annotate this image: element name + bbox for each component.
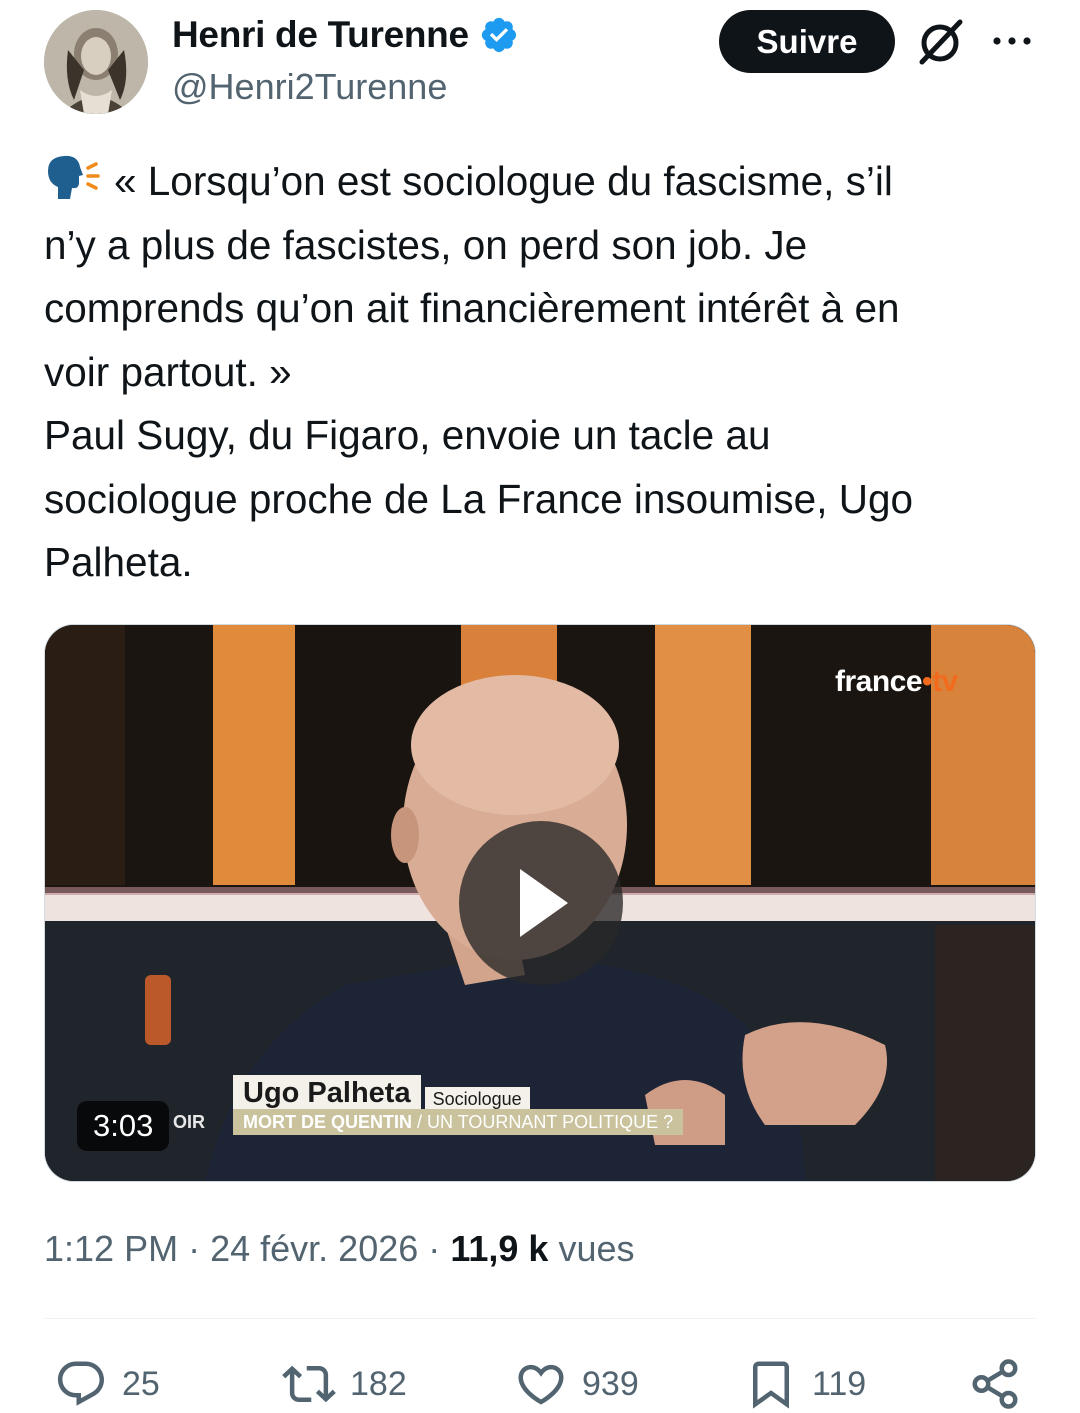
share-icon bbox=[972, 1359, 1018, 1409]
play-button[interactable] bbox=[459, 821, 623, 985]
tweet-line-6: sociologue proche de La France insoumise… bbox=[44, 475, 914, 522]
reply-icon bbox=[57, 1361, 105, 1406]
lower-third: Ugo Palheta Sociologue bbox=[233, 1075, 530, 1111]
like-button[interactable]: 939 bbox=[514, 1356, 639, 1412]
bookmark-button[interactable]: 119 bbox=[744, 1356, 866, 1412]
lower-third-prefix: OIR bbox=[173, 1112, 206, 1132]
author-name[interactable]: Henri de Turenne bbox=[172, 14, 469, 56]
tweet-line-1-text: « Lorsqu’on est sociologue du fascisme, … bbox=[114, 158, 893, 204]
avatar[interactable] bbox=[44, 10, 148, 114]
follow-button[interactable]: Suivre bbox=[719, 10, 895, 73]
tweet-line-3: comprends qu’on ait financièrement intér… bbox=[44, 285, 900, 331]
tweet-line-1: « Lorsqu’on est sociologue du fascisme, … bbox=[44, 150, 1034, 214]
lower-third-headline: MORT DE QUENTIN bbox=[243, 1112, 412, 1132]
lower-third-role: Sociologue bbox=[424, 1087, 530, 1111]
meta-separator-1: · bbox=[188, 1228, 201, 1269]
reply-button[interactable]: 25 bbox=[54, 1356, 160, 1412]
speaking-head-icon bbox=[48, 155, 100, 199]
more-icon[interactable] bbox=[990, 26, 1034, 56]
bookmark-icon bbox=[753, 1361, 789, 1409]
like-count: 939 bbox=[582, 1364, 639, 1403]
brand-main: france bbox=[835, 665, 923, 698]
heart-icon bbox=[518, 1364, 564, 1405]
retweet-icon bbox=[282, 1365, 336, 1403]
bookmark-count: 119 bbox=[812, 1364, 867, 1403]
tweet-line-7: Palheta. bbox=[44, 539, 193, 585]
lower-third-name: Ugo Palheta bbox=[233, 1075, 421, 1111]
tweet-line-5: Paul Sugy, du Figaro, envoie un tacle au bbox=[44, 412, 771, 458]
grok-icon[interactable] bbox=[914, 16, 966, 68]
verified-badge-icon bbox=[481, 17, 516, 53]
reply-count: 25 bbox=[122, 1364, 160, 1403]
tweet-line-4: voir partout. » bbox=[44, 348, 292, 395]
author-name-row[interactable]: Henri de Turenne bbox=[172, 14, 519, 56]
retweet-count: 182 bbox=[350, 1364, 407, 1403]
lower-third-subheadline: UN TOURNANT POLITIQUE ? bbox=[427, 1112, 674, 1132]
video-duration: 3:03 bbox=[77, 1101, 170, 1151]
lower-third-separator: / bbox=[417, 1112, 423, 1132]
tweet-line-2: n’y a plus de fascistes, on perd son job… bbox=[44, 221, 808, 268]
meta-separator-2: · bbox=[428, 1228, 441, 1269]
author-handle[interactable]: @Henri2Turenne bbox=[172, 66, 447, 108]
tweet-date[interactable]: 24 févr. 2026 bbox=[210, 1228, 418, 1269]
tweet-meta: 1:12 PM · 24 févr. 2026 · 11,9 k vues bbox=[44, 1228, 634, 1270]
france-tv-logo: france•tv bbox=[835, 665, 958, 699]
views-label[interactable]: vues bbox=[558, 1228, 634, 1269]
play-icon bbox=[520, 869, 568, 937]
lower-third-headline-bar: MORT DE QUENTIN / UN TOURNANT POLITIQUE … bbox=[233, 1109, 684, 1135]
tweet-text: « Lorsqu’on est sociologue du fascisme, … bbox=[44, 150, 1034, 595]
portrait-avatar bbox=[44, 10, 148, 114]
divider bbox=[44, 1318, 1036, 1319]
brand-suffix: tv bbox=[932, 665, 958, 698]
retweet-button[interactable]: 182 bbox=[282, 1356, 407, 1412]
views-count[interactable]: 11,9 k bbox=[450, 1228, 548, 1269]
brand-dot: • bbox=[922, 665, 933, 698]
video-player[interactable]: france•tv Ugo Palheta Sociologue OIR MORT… bbox=[44, 624, 1036, 1182]
share-button[interactable] bbox=[968, 1356, 1022, 1412]
tweet-time[interactable]: 1:12 PM bbox=[44, 1228, 178, 1269]
